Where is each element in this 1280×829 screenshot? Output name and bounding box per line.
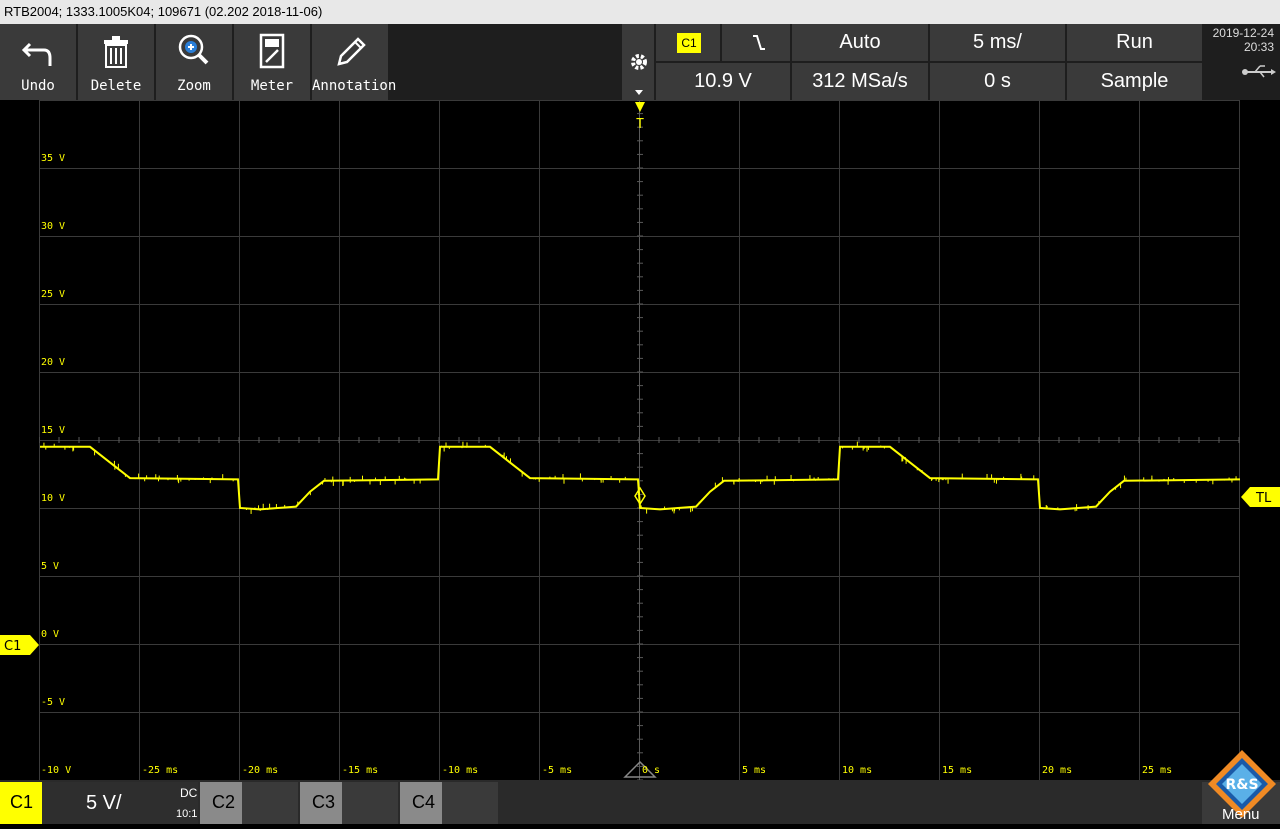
menu-label: Menu	[1222, 806, 1260, 823]
x-label-0: 0 s	[642, 765, 661, 776]
y-label-5: 5 V	[41, 561, 60, 572]
usb-icon	[1242, 65, 1276, 78]
channel-1-probe: 10:1	[176, 808, 198, 820]
channel-1-name: C1	[10, 792, 34, 812]
channel-3-settings[interactable]	[342, 782, 398, 824]
trigger-slope-cell[interactable]	[722, 24, 790, 61]
x-label-15: 15 ms	[942, 765, 973, 776]
channel-2-name: C2	[212, 792, 236, 812]
y-label-10: 10 V	[41, 493, 66, 504]
y-label-25: 25 V	[41, 289, 66, 300]
channel-4-tab[interactable]: C4	[400, 782, 442, 824]
time: 20:33	[1243, 40, 1274, 54]
meter-button[interactable]: Meter	[234, 24, 310, 100]
logo-text: R&S	[1225, 777, 1258, 793]
undo-icon	[21, 42, 52, 66]
x-label-minus-10: -10 ms	[442, 765, 479, 776]
annotation-button[interactable]: Annotation	[312, 24, 397, 100]
date: 2019-12-24	[1212, 26, 1274, 40]
waveform-display[interactable]: T	[39, 100, 1240, 780]
y-label-minus-5: -5 V	[41, 697, 66, 708]
trigger-position-label: T	[636, 117, 644, 132]
channel-2-settings[interactable]	[242, 782, 298, 824]
trigger-mode[interactable]: Auto	[792, 24, 928, 61]
delete-button[interactable]: Delete	[78, 24, 154, 100]
trigger-source-badge: C1	[677, 33, 701, 53]
falling-edge-icon	[753, 35, 765, 50]
x-label-5: 5 ms	[742, 765, 767, 776]
delete-label: Delete	[90, 78, 142, 94]
meter-label: Meter	[250, 78, 294, 94]
trigger-level-marker-label: TL	[1255, 491, 1272, 506]
channel-3-tab[interactable]: C3	[300, 782, 342, 824]
y-label-minus-10: -10 V	[41, 765, 72, 776]
x-label-25: 25 ms	[1142, 765, 1173, 776]
channel-1-marker-label: C1	[4, 639, 21, 654]
meter-icon	[259, 33, 285, 69]
menu-button[interactable]: R&S Menu	[1204, 748, 1280, 824]
y-label-15: 15 V	[41, 425, 66, 436]
channel-3-name: C3	[312, 792, 336, 812]
x-label-minus-15: -15 ms	[342, 765, 379, 776]
undo-button[interactable]: Undo	[0, 24, 76, 100]
trash-icon	[104, 36, 128, 68]
zoom-button[interactable]: Zoom	[156, 24, 232, 100]
title-bar: RTB2004; 1333.1005K04; 109671 (02.202 20…	[0, 0, 1280, 24]
x-label-10: 10 ms	[842, 765, 873, 776]
x-label-minus-25: -25 ms	[142, 765, 179, 776]
settings-button[interactable]	[622, 24, 654, 100]
undo-label: Undo	[21, 78, 55, 94]
pencil-icon	[337, 37, 366, 66]
channel-1-coupling: DC	[180, 786, 198, 800]
channel-1-scale: 5 V/	[86, 792, 122, 814]
trigger-level[interactable]: 10.9 V	[656, 63, 790, 100]
y-label-30: 30 V	[41, 221, 66, 232]
channel-1-tab[interactable]: C1	[0, 782, 42, 824]
run-state[interactable]: Run	[1067, 24, 1202, 61]
x-label-20: 20 ms	[1042, 765, 1073, 776]
gear-icon	[631, 54, 647, 95]
timebase-scale[interactable]: 5 ms/	[930, 24, 1065, 61]
toolbar: Undo Delete Zoom Meter Annotation Auto 5…	[0, 24, 1280, 100]
zoom-icon	[178, 34, 209, 65]
zoom-label: Zoom	[177, 78, 211, 94]
x-label-minus-20: -20 ms	[242, 765, 279, 776]
trigger-level-marker[interactable]: TL	[1240, 487, 1280, 507]
sample-rate[interactable]: 312 MSa/s	[792, 63, 928, 100]
channel-1-offset-marker[interactable]: C1	[0, 635, 40, 655]
horizontal-offset[interactable]: 0 s	[930, 63, 1065, 100]
instrument-title: RTB2004; 1333.1005K04; 109671 (02.202 20…	[4, 4, 323, 19]
channel-4-settings[interactable]	[442, 782, 498, 824]
acquisition-mode[interactable]: Sample	[1067, 63, 1202, 100]
channel-2-tab[interactable]: C2	[200, 782, 242, 824]
channel-1-settings[interactable]: 5 V/ DC 10:1	[42, 782, 198, 824]
y-label-0: 0 V	[41, 629, 60, 640]
channel-4-name: C4	[412, 792, 436, 812]
y-label-20: 20 V	[41, 357, 66, 368]
annotation-label: Annotation	[312, 78, 397, 94]
datetime-panel: 2019-12-24 20:33	[1205, 24, 1280, 100]
y-label-35: 35 V	[41, 153, 66, 164]
x-label-minus-5: -5 ms	[542, 765, 573, 776]
